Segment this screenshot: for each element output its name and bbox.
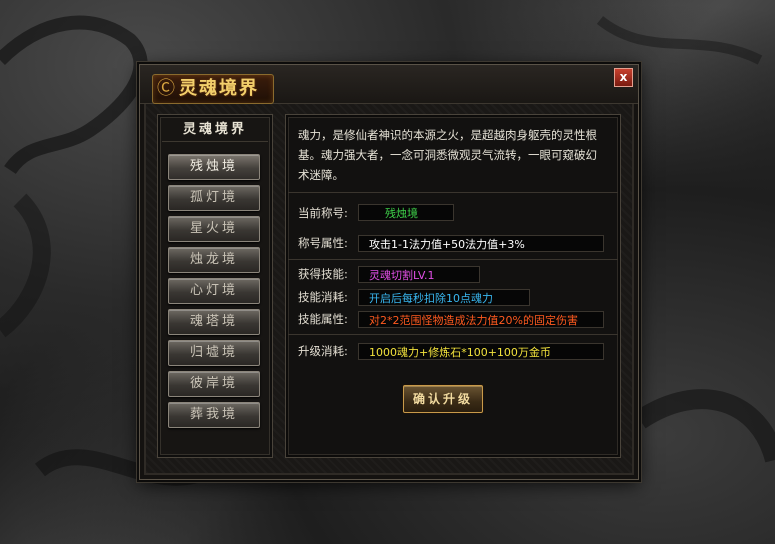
current-title-label: 当前称号: <box>298 206 348 220</box>
soul-realm-window: Ⓒ 灵魂境界 x 灵魂境界 残烛境 孤灯境 星火境 烛龙境 心灯境 魂塔境 归墟… <box>139 64 639 480</box>
realm-button-gudeng[interactable]: 孤灯境 <box>168 185 260 211</box>
realm-button-guixu[interactable]: 归墟境 <box>168 340 260 366</box>
realm-button-huntа[interactable]: 魂塔境 <box>168 309 260 335</box>
divider <box>288 259 618 260</box>
realm-button-xindeng[interactable]: 心灯境 <box>168 278 260 304</box>
realm-button-zangwo[interactable]: 葬我境 <box>168 402 260 428</box>
realm-button-bian[interactable]: 彼岸境 <box>168 371 260 397</box>
realm-list-header: 灵魂境界 <box>162 119 268 142</box>
upgrade-cost-label: 升级消耗: <box>298 344 348 358</box>
realm-detail-panel: 魂力，是修仙者神识的本源之火，是超越肉身躯壳的灵性根基。魂力强大者，一念可洞悉微… <box>285 114 621 458</box>
skill-cost-label: 技能消耗: <box>298 290 348 304</box>
realm-list-panel: 灵魂境界 残烛境 孤灯境 星火境 烛龙境 心灯境 魂塔境 归墟境 彼岸境 葬我境 <box>157 114 273 458</box>
close-button[interactable]: x <box>614 68 633 87</box>
window-title: 灵魂境界 <box>179 78 259 99</box>
skill-attr-value: 对2*2范围怪物造成法力值20%的固定伤害 <box>358 311 604 328</box>
title-attr-label: 称号属性: <box>298 236 348 250</box>
confirm-upgrade-button[interactable]: 确认升级 <box>403 385 483 413</box>
realm-button-zhulong[interactable]: 烛龙境 <box>168 247 260 273</box>
realm-button-xinghuo[interactable]: 星火境 <box>168 216 260 242</box>
current-title-value: 残烛境 <box>358 204 454 221</box>
upgrade-cost-value: 1000魂力+修炼石*100+100万金币 <box>358 343 604 360</box>
title-attr-value: 攻击1-1法力值+50法力值+3% <box>358 235 604 252</box>
divider <box>288 334 618 335</box>
title-badge: Ⓒ 灵魂境界 <box>152 74 274 104</box>
swirl-ornament-icon: Ⓒ <box>157 78 175 99</box>
realm-button-canzhu[interactable]: 残烛境 <box>168 154 260 180</box>
divider <box>288 192 618 193</box>
skill-value: 灵魂切割LV.1 <box>358 266 480 283</box>
skill-label: 获得技能: <box>298 267 348 281</box>
title-bar[interactable]: Ⓒ 灵魂境界 x <box>140 65 638 104</box>
realm-description: 魂力，是修仙者神识的本源之火，是超越肉身躯壳的灵性根基。魂力强大者，一念可洞悉微… <box>298 128 597 182</box>
skill-attr-label: 技能属性: <box>298 312 348 326</box>
skill-cost-value: 开启后每秒扣除10点魂力 <box>358 289 530 306</box>
